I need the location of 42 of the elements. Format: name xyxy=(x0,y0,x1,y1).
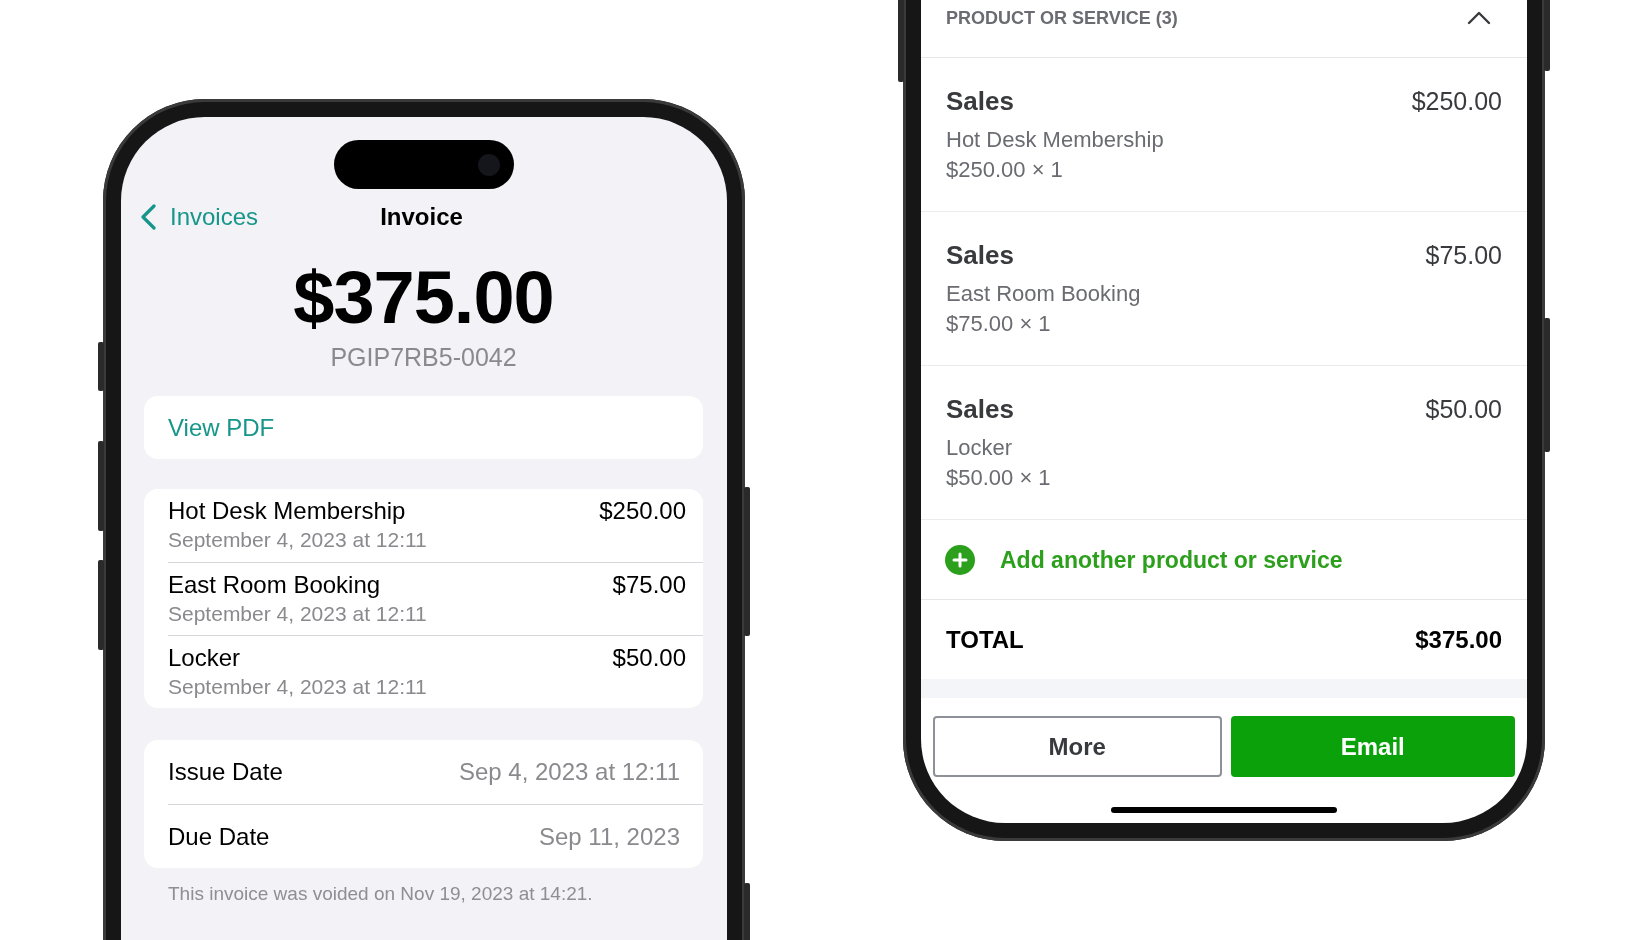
item-amount: $50.00 xyxy=(612,643,686,673)
nav-title: Invoice xyxy=(380,202,463,232)
item-name: East Room Booking xyxy=(168,570,381,600)
plus-circle-icon xyxy=(945,544,975,575)
item-name: Hot Desk Membership xyxy=(168,496,406,526)
invoice-amount: $375.00 xyxy=(293,258,554,338)
product-quantity: $75.00 × 1 xyxy=(946,310,1051,338)
back-button[interactable]: Invoices xyxy=(140,202,259,232)
product-amount: $250.00 xyxy=(1411,86,1502,117)
item-date: September 4, 2023 at 12:11 xyxy=(168,527,427,553)
chevron-left-icon xyxy=(140,204,156,230)
section-title: PRODUCT OR SERVICE (3) xyxy=(946,7,1178,30)
item-amount: $250.00 xyxy=(599,496,686,526)
product-amount: $75.00 xyxy=(1425,240,1502,271)
product-quantity: $50.00 × 1 xyxy=(946,464,1051,492)
more-button[interactable]: More xyxy=(933,716,1222,777)
add-product-button[interactable]: Add another product or service xyxy=(945,544,1343,575)
item-date: September 4, 2023 at 12:11 xyxy=(168,674,427,700)
camera-notch-icon xyxy=(333,140,514,189)
product-category: Sales xyxy=(946,393,1014,425)
product-category: Sales xyxy=(946,239,1014,271)
date-value: Sep 4, 2023 at 12:11 xyxy=(458,758,680,786)
product-name: Locker xyxy=(946,434,1013,462)
product-name: East Room Booking xyxy=(946,280,1141,308)
date-value: Sep 11, 2023 xyxy=(539,822,680,851)
item-amount: $75.00 xyxy=(612,570,686,600)
total-label: TOTAL xyxy=(946,625,1024,654)
date-label: Due Date xyxy=(168,822,270,851)
phone-side-ridge xyxy=(98,342,104,391)
chevron-up-icon[interactable] xyxy=(1467,11,1491,25)
item-name: Locker xyxy=(168,643,241,673)
view-pdf-button[interactable]: View PDF xyxy=(144,396,703,459)
date-label: Issue Date xyxy=(168,758,283,786)
void-note: This invoice was voided on Nov 19, 2023 at 14:21. xyxy=(167,882,594,906)
total-amount: $375.00 xyxy=(1415,625,1502,654)
product-quantity: $250.00 × 1 xyxy=(946,156,1063,184)
product-name: Hot Desk Membership xyxy=(946,126,1164,154)
product-amount: $50.00 xyxy=(1425,394,1502,425)
item-date: September 4, 2023 at 12:11 xyxy=(168,601,427,627)
email-button[interactable]: Email xyxy=(1230,716,1515,777)
product-category: Sales xyxy=(946,85,1014,117)
invoice-number: PGIP7RB5-0042 xyxy=(330,342,517,372)
